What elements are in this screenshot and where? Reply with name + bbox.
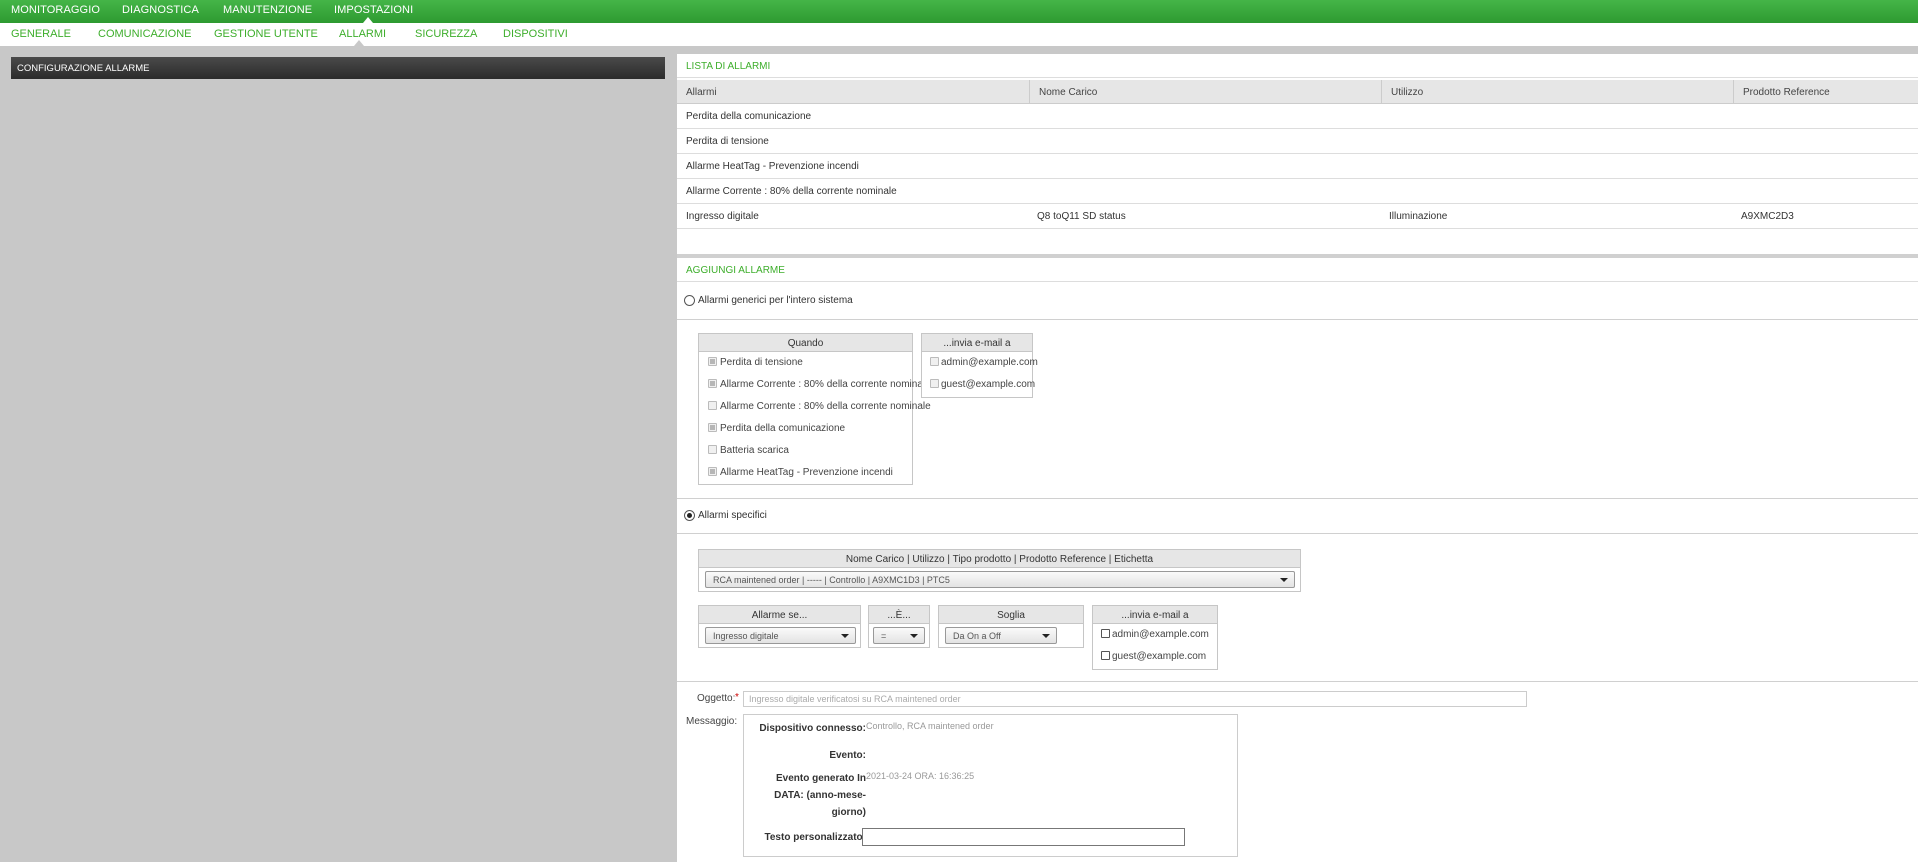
date-label: Evento generato In DATA: (anno-mese-gior… [774, 773, 866, 818]
threshold-value: Da On a Off [953, 631, 1001, 641]
nav-monitoraggio[interactable]: MONITORAGGIO [11, 4, 100, 16]
when-checkbox[interactable] [708, 423, 717, 432]
date-value: 2021-03-24 ORA: 16:36:25 [866, 771, 975, 781]
when-checkbox[interactable] [708, 357, 717, 366]
custom-text-input[interactable] [862, 828, 1185, 846]
when-item-label: Allarme Corrente : 80% della corrente no… [720, 401, 931, 412]
tab-sicurezza[interactable]: SICUREZZA [415, 28, 477, 40]
chevron-down-icon [841, 634, 849, 638]
table-row[interactable]: Allarme Corrente : 80% della corrente no… [677, 179, 1918, 204]
device-label: Dispositivo connesso: [759, 723, 866, 734]
sub-nav: GENERALE COMUNICAZIONE GESTIONE UTENTE A… [0, 23, 1918, 46]
nav-manutenzione[interactable]: MANUTENZIONE [223, 4, 312, 16]
tab-gestione-utente[interactable]: GESTIONE UTENTE [214, 28, 318, 40]
cell-alarm: Perdita di tensione [686, 136, 769, 147]
table-row[interactable]: Allarme HeatTag - Prevenzione incendi [677, 154, 1918, 179]
when-box-header: Quando [699, 334, 912, 352]
specific-email-box-header: ...invia e-mail a [1093, 606, 1217, 624]
divider [677, 681, 1918, 682]
when-checkbox[interactable] [708, 467, 717, 476]
tab-allarmi[interactable]: ALLARMI [339, 28, 386, 40]
subject-input[interactable]: Ingresso digitale verificatosi su RCA ma… [743, 691, 1527, 707]
left-panel-title: CONFIGURAZIONE ALLARME [11, 57, 665, 79]
alarm-list-title: LISTA DI ALLARMI [677, 54, 1918, 78]
cell-load-name: Q8 toQ11 SD status [1037, 211, 1126, 222]
threshold-select[interactable]: Da On a Off [945, 627, 1057, 644]
custom-text-label: Testo personalizzato: [764, 832, 867, 843]
email-checkbox[interactable] [930, 379, 939, 388]
message-label: Messaggio: [686, 716, 738, 727]
email-label: guest@example.com [941, 379, 1036, 390]
alarm-table-header: Allarmi Nome Carico Utilizzo Prodotto Re… [677, 80, 1918, 104]
divider [677, 498, 1918, 499]
chevron-down-icon [1280, 578, 1288, 582]
is-header: ...È... [869, 606, 929, 624]
column-header-prodotto-reference[interactable]: Prodotto Reference [1733, 80, 1918, 104]
is-value: = [881, 631, 887, 641]
cell-usage: Illuminazione [1389, 211, 1448, 222]
main-panel: LISTA DI ALLARMI Allarmi Nome Carico Uti… [677, 54, 1918, 862]
tab-comunicazione[interactable]: COMUNICAZIONE [98, 28, 192, 40]
event-label: Evento: [829, 750, 866, 761]
load-select-header: Nome Carico | Utilizzo | Tipo prodotto |… [699, 550, 1300, 568]
when-checkbox[interactable] [708, 445, 717, 454]
specific-alarms-label: Allarmi specifici [698, 510, 767, 521]
cell-alarm: Perdita della comunicazione [686, 111, 812, 122]
email-checkbox[interactable] [1101, 629, 1110, 638]
cell-alarm: Allarme HeatTag - Prevenzione incendi [686, 161, 859, 172]
email-label: admin@example.com [1112, 629, 1209, 640]
table-row[interactable]: Perdita di tensione [677, 129, 1918, 154]
when-checkbox[interactable] [708, 379, 717, 388]
device-value: Controllo, RCA maintened order [866, 721, 994, 731]
cell-alarm: Ingresso digitale [686, 211, 759, 222]
column-header-nome-carico[interactable]: Nome Carico [1029, 80, 1381, 104]
nav-impostazioni[interactable]: IMPOSTAZIONI [334, 4, 413, 16]
top-nav: MONITORAGGIO DIAGNOSTICA MANUTENZIONE IM… [0, 0, 1918, 23]
load-select-value: RCA maintened order | ----- | Controllo … [713, 575, 950, 585]
cell-product-reference: A9XMC2D3 [1741, 211, 1794, 222]
load-select[interactable]: RCA maintened order | ----- | Controllo … [705, 571, 1295, 588]
divider [0, 46, 1918, 54]
email-label: guest@example.com [1112, 651, 1207, 662]
required-mark: * [735, 692, 739, 703]
email-checkbox[interactable] [930, 357, 939, 366]
column-header-allarmi[interactable]: Allarmi [677, 80, 1029, 104]
generic-email-box-header: ...invia e-mail a [922, 334, 1032, 352]
when-item-label: Perdita della comunicazione [720, 423, 846, 434]
alarm-if-select[interactable]: Ingresso digitale [705, 627, 856, 644]
threshold-header: Soglia [939, 606, 1083, 624]
alarm-if-header: Allarme se... [699, 606, 860, 624]
generic-alarms-label: Allarmi generici per l'intero sistema [698, 295, 853, 306]
email-checkbox[interactable] [1101, 651, 1110, 660]
chevron-down-icon [1042, 634, 1050, 638]
tab-generale[interactable]: GENERALE [11, 28, 71, 40]
add-alarm-title: AGGIUNGI ALLARME [677, 258, 1918, 282]
cell-alarm: Allarme Corrente : 80% della corrente no… [686, 186, 897, 197]
when-item-label: Allarme Corrente : 80% della corrente no… [720, 379, 931, 390]
divider [677, 319, 1918, 320]
email-label: admin@example.com [941, 357, 1038, 368]
column-header-utilizzo[interactable]: Utilizzo [1381, 80, 1733, 104]
alarm-if-value: Ingresso digitale [713, 631, 779, 641]
when-item-label: Batteria scarica [720, 445, 789, 456]
when-item-label: Perdita di tensione [720, 357, 803, 368]
table-row[interactable]: Perdita della comunicazione [677, 104, 1918, 129]
table-row[interactable]: Ingresso digitale Q8 toQ11 SD status Ill… [677, 204, 1918, 229]
when-checkbox[interactable] [708, 401, 717, 410]
tab-dispositivi[interactable]: DISPOSITIVI [503, 28, 568, 40]
chevron-down-icon [910, 634, 918, 638]
is-select[interactable]: = [873, 627, 925, 644]
nav-diagnostica[interactable]: DIAGNOSTICA [122, 4, 199, 16]
specific-alarms-radio[interactable] [684, 510, 695, 521]
divider [677, 533, 1918, 534]
subject-label: Oggetto: [697, 693, 736, 704]
when-item-label: Allarme HeatTag - Prevenzione incendi [720, 467, 893, 478]
generic-alarms-radio[interactable] [684, 295, 695, 306]
